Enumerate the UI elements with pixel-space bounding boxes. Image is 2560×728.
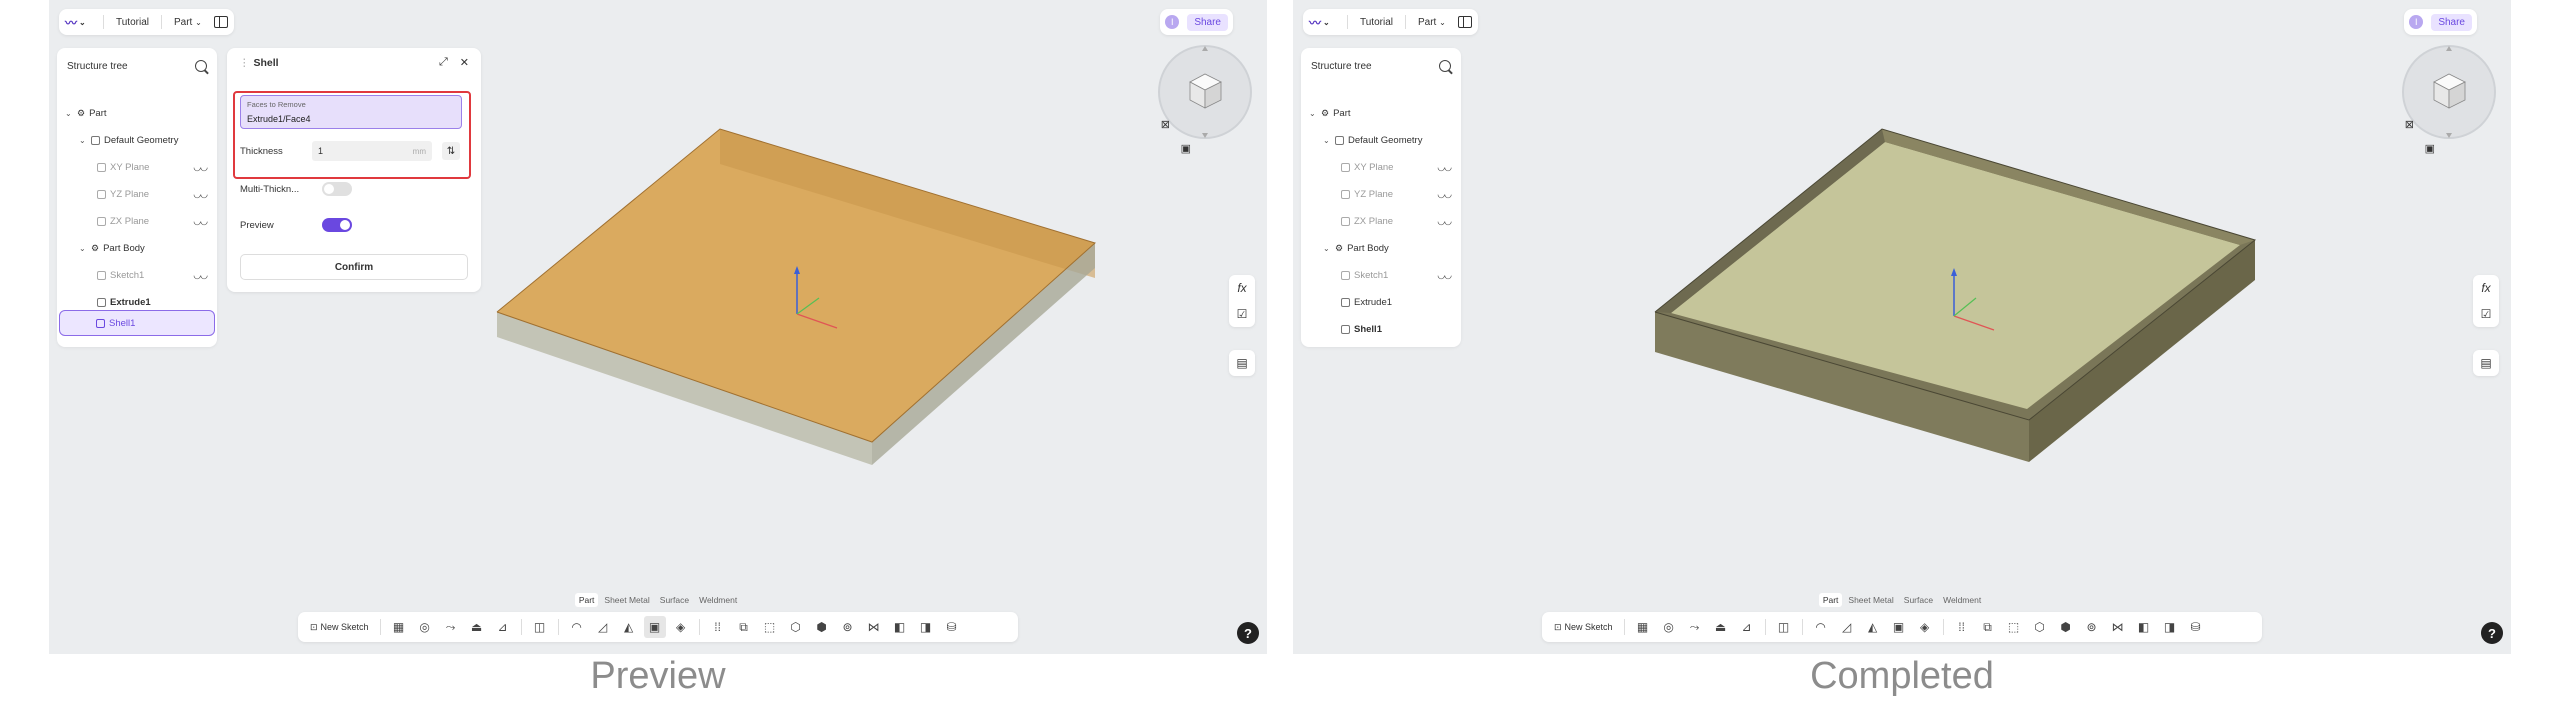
new-sketch-label: New Sketch bbox=[1564, 622, 1613, 632]
viewport-3d[interactable] bbox=[49, 0, 1267, 654]
view-mode-icon[interactable]: ▣ bbox=[2425, 142, 2435, 155]
split-icon[interactable]: ⬡ bbox=[2029, 616, 2051, 638]
loft-icon[interactable]: ⏏ bbox=[466, 616, 488, 638]
new-sketch-label: New Sketch bbox=[320, 622, 369, 632]
thicken-icon[interactable]: ◈ bbox=[670, 616, 692, 638]
fit-view-icon[interactable]: ⊠ bbox=[1161, 118, 1170, 131]
move-icon[interactable]: ⬚ bbox=[2003, 616, 2025, 638]
boolean-icon[interactable]: ◫ bbox=[529, 616, 551, 638]
divider bbox=[557, 619, 559, 635]
side-tools-2: ▤ bbox=[1229, 350, 1255, 376]
completed-panel: 〰 ⌄ Tutorial Part ⌄ I Share Structure tre… bbox=[1293, 0, 2511, 654]
loft-icon[interactable]: ⏏ bbox=[1710, 616, 1732, 638]
measure-icon[interactable]: ◧ bbox=[2133, 616, 2155, 638]
sketch-icon: ⊡ bbox=[1554, 621, 1562, 632]
check-list-icon[interactable]: ☑ bbox=[1237, 301, 1248, 327]
view-mode-icon[interactable]: ▣ bbox=[1181, 142, 1191, 155]
formula-label: fx bbox=[2481, 281, 2491, 295]
mirror-icon[interactable]: ⧉ bbox=[1977, 616, 1999, 638]
view-cube[interactable] bbox=[2399, 42, 2499, 142]
sweep-icon[interactable]: ⤳ bbox=[440, 616, 462, 638]
new-sketch-button[interactable]: ⊡ New Sketch bbox=[306, 622, 373, 633]
side-tools: fx ☑ bbox=[2473, 275, 2499, 327]
divider bbox=[1623, 619, 1625, 635]
tab-part[interactable]: Part bbox=[574, 593, 599, 607]
tab-weldment[interactable]: Weldment bbox=[1939, 593, 1985, 607]
thread-icon[interactable]: ⋈ bbox=[2107, 616, 2129, 638]
import-icon[interactable]: ⛁ bbox=[2185, 616, 2207, 638]
split-icon[interactable]: ⬡ bbox=[785, 616, 807, 638]
pattern-icon[interactable]: ⁞⁞ bbox=[707, 616, 729, 638]
hole-icon[interactable]: ⊚ bbox=[837, 616, 859, 638]
formula-icon[interactable]: fx bbox=[1237, 275, 1246, 301]
shell-icon[interactable]: ▣ bbox=[643, 616, 666, 638]
fillet-icon[interactable]: ◠ bbox=[1810, 616, 1832, 638]
chamfer-icon[interactable]: ◿ bbox=[592, 616, 614, 638]
view-cube[interactable] bbox=[1155, 42, 1255, 142]
boolean-icon[interactable]: ◫ bbox=[1773, 616, 1795, 638]
pattern-icon[interactable]: ⁞⁞ bbox=[1951, 616, 1973, 638]
measure-icon[interactable]: ◧ bbox=[889, 616, 911, 638]
formula-label: fx bbox=[1237, 281, 1247, 295]
divider bbox=[379, 619, 381, 635]
fit-view-icon[interactable]: ⊠ bbox=[2405, 118, 2414, 131]
hole-icon[interactable]: ⊚ bbox=[2081, 616, 2103, 638]
extrude-icon[interactable]: ▦ bbox=[388, 616, 410, 638]
sweep-icon[interactable]: ⤳ bbox=[1684, 616, 1706, 638]
help-button[interactable]: ? bbox=[1237, 622, 1259, 644]
feature-tabs: Part Sheet Metal Surface Weldment bbox=[1293, 593, 2511, 607]
rib-icon[interactable]: ⊿ bbox=[492, 616, 514, 638]
divider bbox=[1764, 619, 1766, 635]
sketch-icon: ⊡ bbox=[310, 621, 318, 632]
tab-part[interactable]: Part bbox=[1818, 593, 1843, 607]
draft-icon[interactable]: ◭ bbox=[618, 616, 640, 638]
section-icon[interactable]: ◨ bbox=[2159, 616, 2181, 638]
thread-icon[interactable]: ⋈ bbox=[863, 616, 885, 638]
section-icon[interactable]: ◨ bbox=[915, 616, 937, 638]
draft-icon[interactable]: ◭ bbox=[1862, 616, 1884, 638]
tab-sheet-metal[interactable]: Sheet Metal bbox=[600, 593, 653, 607]
extrude-icon[interactable]: ▦ bbox=[1632, 616, 1654, 638]
caption-preview: Preview bbox=[590, 655, 726, 697]
divider bbox=[698, 619, 700, 635]
mirror-icon[interactable]: ⧉ bbox=[733, 616, 755, 638]
preview-panel: 〰 ⌄ Tutorial Part ⌄ I Share Structure tre… bbox=[49, 0, 1267, 654]
caption-completed: Completed bbox=[1810, 655, 1994, 697]
properties-icon[interactable]: ▤ bbox=[2480, 350, 2491, 376]
divider bbox=[520, 619, 522, 635]
move-icon[interactable]: ⬚ bbox=[759, 616, 781, 638]
help-button[interactable]: ? bbox=[2481, 622, 2503, 644]
properties-icon[interactable]: ▤ bbox=[1236, 350, 1247, 376]
feature-toolbar: ⊡ New Sketch ▦ ◎ ⤳ ⏏ ⊿ ◫ ◠ ◿ ◭ ▣ ◈ ⁞⁞ ⧉ ⬚… bbox=[298, 612, 1018, 642]
import-icon[interactable]: ⛁ bbox=[941, 616, 963, 638]
tab-surface[interactable]: Surface bbox=[1900, 593, 1937, 607]
box-icon[interactable]: ⬢ bbox=[811, 616, 833, 638]
side-tools-2: ▤ bbox=[2473, 350, 2499, 376]
fillet-icon[interactable]: ◠ bbox=[566, 616, 588, 638]
formula-icon[interactable]: fx bbox=[2481, 275, 2490, 301]
revolve-icon[interactable]: ◎ bbox=[1658, 616, 1680, 638]
tab-surface[interactable]: Surface bbox=[656, 593, 693, 607]
rib-icon[interactable]: ⊿ bbox=[1736, 616, 1758, 638]
new-sketch-button[interactable]: ⊡ New Sketch bbox=[1550, 622, 1617, 633]
tab-sheet-metal[interactable]: Sheet Metal bbox=[1844, 593, 1897, 607]
feature-tabs: Part Sheet Metal Surface Weldment bbox=[49, 593, 1267, 607]
tab-weldment[interactable]: Weldment bbox=[695, 593, 741, 607]
shell-icon[interactable]: ▣ bbox=[1888, 616, 1910, 638]
feature-toolbar: ⊡ New Sketch ▦ ◎ ⤳ ⏏ ⊿ ◫ ◠ ◿ ◭ ▣ ◈ ⁞⁞ ⧉ ⬚… bbox=[1542, 612, 2262, 642]
viewport-3d[interactable] bbox=[1293, 0, 2511, 654]
chamfer-icon[interactable]: ◿ bbox=[1836, 616, 1858, 638]
check-list-icon[interactable]: ☑ bbox=[2481, 301, 2492, 327]
divider bbox=[1801, 619, 1803, 635]
box-icon[interactable]: ⬢ bbox=[2055, 616, 2077, 638]
divider bbox=[1942, 619, 1944, 635]
revolve-icon[interactable]: ◎ bbox=[414, 616, 436, 638]
thicken-icon[interactable]: ◈ bbox=[1914, 616, 1936, 638]
side-tools: fx ☑ bbox=[1229, 275, 1255, 327]
